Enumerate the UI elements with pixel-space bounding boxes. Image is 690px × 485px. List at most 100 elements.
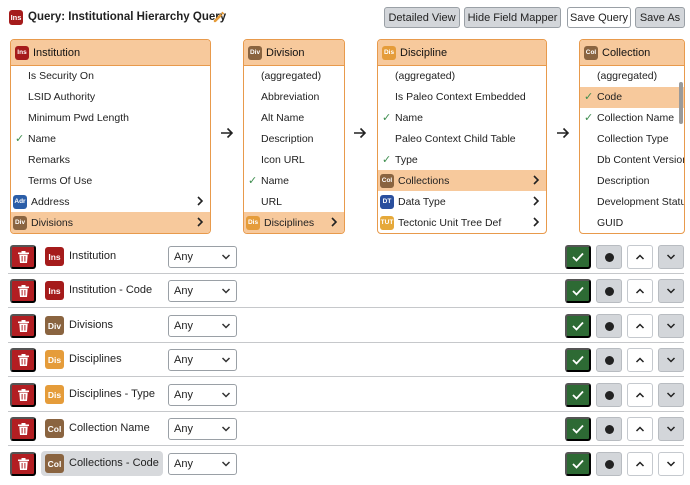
operator-select[interactable]: Any xyxy=(168,453,237,475)
field-item-lsid-authority[interactable]: LSID Authority xyxy=(11,87,210,108)
remove-line-button[interactable] xyxy=(10,348,36,372)
show-in-results-button[interactable] xyxy=(565,279,591,303)
remove-line-button[interactable] xyxy=(10,452,36,476)
field-item-development-status[interactable]: Development Status xyxy=(580,191,684,212)
operator-select[interactable]: Any xyxy=(168,418,237,440)
field-item-address[interactable]: Adr Address xyxy=(11,191,210,212)
field-item-collections[interactable]: Col Collections xyxy=(378,170,546,192)
move-up-button[interactable] xyxy=(627,383,653,407)
field-item-aggregated[interactable]: (aggregated) xyxy=(244,66,344,87)
sort-button[interactable] xyxy=(596,383,622,407)
remove-line-button[interactable] xyxy=(10,279,36,303)
field-item-minimum-pwd-length[interactable]: Minimum Pwd Length xyxy=(11,108,210,129)
chevron-up-icon xyxy=(635,392,645,398)
field-item-disciplines[interactable]: Dis Disciplines xyxy=(244,212,344,233)
operator-select[interactable]: Any xyxy=(168,315,237,337)
chevron-down-icon xyxy=(666,461,676,467)
sort-button[interactable] xyxy=(596,245,622,269)
line-field-label: Institution - Code xyxy=(69,284,153,296)
field-item-url[interactable]: URL xyxy=(244,191,344,212)
operator-select[interactable]: Any xyxy=(168,349,237,371)
chevron-down-icon xyxy=(221,251,231,263)
show-in-results-button[interactable] xyxy=(565,245,591,269)
field-label: Name xyxy=(261,174,290,187)
dot-icon xyxy=(604,286,614,296)
field-item-data-type[interactable]: DT Data Type xyxy=(378,191,546,212)
line-field-label: Disciplines - Type xyxy=(69,388,155,400)
move-down-button[interactable] xyxy=(658,314,684,338)
operator-select[interactable]: Any xyxy=(168,280,237,302)
pencil-icon[interactable] xyxy=(212,10,225,24)
field-item-is-security-on[interactable]: Is Security On xyxy=(11,66,210,87)
field-item-terms-of-use[interactable]: Terms Of Use xyxy=(11,170,210,191)
detailed-view-button[interactable]: Detailed View xyxy=(384,7,460,28)
field-label: Name xyxy=(28,133,57,146)
move-down-button[interactable] xyxy=(658,417,684,441)
remove-line-button[interactable] xyxy=(10,314,36,338)
field-item-is-paleo-context-embedded[interactable]: Is Paleo Context Embedded xyxy=(378,87,546,108)
line-field-label: Collections - Code xyxy=(69,457,159,469)
field-item-tectonic-unit-tree-def[interactable]: TUT Tectonic Unit Tree Def xyxy=(378,212,546,233)
sort-button[interactable] xyxy=(596,314,622,338)
collection-table-icon: Col xyxy=(45,419,64,438)
query-line: Dis Disciplines Any xyxy=(8,344,684,377)
operator-select[interactable]: Any xyxy=(168,246,237,268)
hide-field-mapper-button[interactable]: Hide Field Mapper xyxy=(464,7,561,28)
remove-line-button[interactable] xyxy=(10,383,36,407)
field-item-description[interactable]: Description xyxy=(244,129,344,150)
show-in-results-button[interactable] xyxy=(565,452,591,476)
show-in-results-button[interactable] xyxy=(565,417,591,441)
field-item-name[interactable]: ✓ Name xyxy=(378,108,546,129)
remove-line-button[interactable] xyxy=(10,245,36,269)
chevron-down-icon xyxy=(221,320,231,332)
field-item-collection-name[interactable]: ✓ Collection Name xyxy=(580,108,684,129)
move-down-button[interactable] xyxy=(658,452,684,476)
scrollbar-thumb[interactable] xyxy=(679,82,683,124)
field-item-paleo-context-child-table[interactable]: Paleo Context Child Table xyxy=(378,129,546,150)
field-item-alt-name[interactable]: Alt Name xyxy=(244,108,344,129)
field-item-collection-type[interactable]: Collection Type xyxy=(580,129,684,150)
move-up-button[interactable] xyxy=(627,314,653,338)
save-query-button[interactable]: Save Query xyxy=(567,7,631,28)
sort-button[interactable] xyxy=(596,279,622,303)
field-item-name[interactable]: ✓ Name xyxy=(244,170,344,191)
save-as-button[interactable]: Save As xyxy=(635,7,685,28)
field-label: Paleo Context Child Table xyxy=(395,133,516,146)
field-item-divisions[interactable]: Div Divisions xyxy=(11,212,210,233)
field-label: Db Content Version xyxy=(597,154,685,166)
sort-button[interactable] xyxy=(596,417,622,441)
field-item-code[interactable]: ✓ Code xyxy=(580,86,684,108)
move-down-button[interactable] xyxy=(658,279,684,303)
move-down-button[interactable] xyxy=(658,348,684,372)
move-down-button[interactable] xyxy=(658,245,684,269)
field-item-db-content-version[interactable]: Db Content Version xyxy=(580,150,684,171)
field-label: Abbreviation xyxy=(261,91,320,104)
show-in-results-button[interactable] xyxy=(565,348,591,372)
remove-line-button[interactable] xyxy=(10,417,36,441)
move-up-button[interactable] xyxy=(627,452,653,476)
move-down-button[interactable] xyxy=(658,383,684,407)
trash-icon xyxy=(17,423,29,435)
show-in-results-button[interactable] xyxy=(565,383,591,407)
chevron-right-icon xyxy=(196,212,204,232)
check-icon xyxy=(572,321,584,331)
move-up-button[interactable] xyxy=(627,279,653,303)
field-item-remarks[interactable]: Remarks xyxy=(11,150,210,171)
field-item-description[interactable]: Description xyxy=(580,170,684,191)
field-item-guid[interactable]: GUID xyxy=(580,212,684,233)
show-in-results-button[interactable] xyxy=(565,314,591,338)
sort-button[interactable] xyxy=(596,348,622,372)
field-item-abbreviation[interactable]: Abbreviation xyxy=(244,87,344,108)
move-up-button[interactable] xyxy=(627,417,653,441)
move-up-button[interactable] xyxy=(627,245,653,269)
field-item-aggregated[interactable]: (aggregated) xyxy=(378,66,546,87)
field-item-icon-url[interactable]: Icon URL xyxy=(244,150,344,171)
move-up-button[interactable] xyxy=(627,348,653,372)
panel-scrollbar[interactable] xyxy=(676,40,684,233)
field-label: Terms Of Use xyxy=(28,174,93,187)
field-item-aggregated[interactable]: (aggregated) xyxy=(580,66,684,87)
operator-select[interactable]: Any xyxy=(168,384,237,406)
field-item-type[interactable]: ✓ Type xyxy=(378,150,546,171)
sort-button[interactable] xyxy=(596,452,622,476)
field-item-name[interactable]: ✓ Name xyxy=(11,129,210,150)
